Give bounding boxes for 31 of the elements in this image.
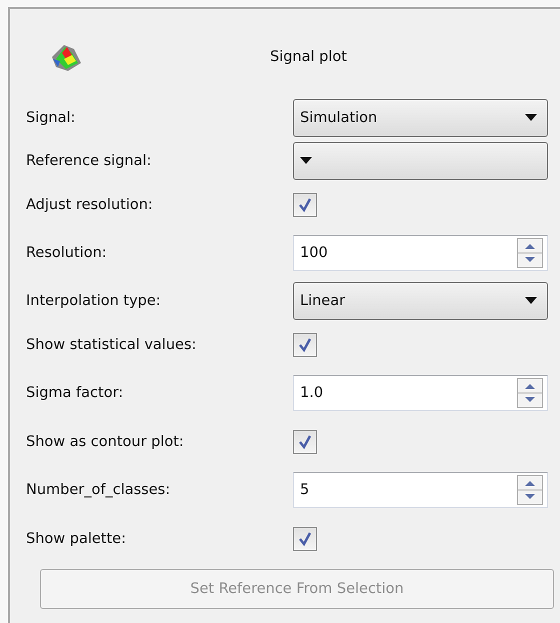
check-icon bbox=[297, 530, 313, 546]
spin-box[interactable]: 100 bbox=[293, 235, 548, 271]
dropdown[interactable]: Simulation bbox=[293, 98, 548, 136]
field-label: Resolution: bbox=[26, 245, 107, 261]
spin-arrows-icon[interactable] bbox=[517, 475, 543, 505]
dropdown-arrow-icon bbox=[300, 157, 312, 164]
dropdown-arrow-icon bbox=[525, 114, 537, 121]
field-label: Number_of_classes: bbox=[26, 482, 170, 498]
spin-box[interactable]: 1.0 bbox=[293, 375, 548, 411]
field-label: Sigma factor: bbox=[26, 385, 124, 401]
checkbox[interactable] bbox=[293, 430, 317, 454]
panel-title: Signal plot bbox=[270, 49, 347, 65]
check-icon bbox=[297, 336, 313, 352]
check-icon bbox=[297, 434, 313, 450]
checkbox[interactable] bbox=[293, 526, 317, 550]
dropdown-arrow-icon bbox=[525, 297, 537, 304]
field-label: Show as contour plot: bbox=[26, 434, 184, 450]
field-label: Signal: bbox=[26, 110, 76, 126]
field-label: Adjust resolution: bbox=[26, 196, 153, 212]
spin-arrows-icon[interactable] bbox=[517, 238, 543, 268]
field-label: Show palette: bbox=[26, 530, 126, 546]
dropdown[interactable] bbox=[293, 142, 548, 180]
field-label: Reference signal: bbox=[26, 152, 152, 168]
checkbox[interactable] bbox=[293, 332, 317, 356]
field-label: Show statistical values: bbox=[26, 336, 196, 352]
spin-arrows-icon[interactable] bbox=[517, 378, 543, 408]
check-icon bbox=[297, 196, 313, 212]
dropdown[interactable]: Linear bbox=[293, 282, 548, 320]
checkbox[interactable] bbox=[293, 192, 317, 216]
field-label: Interpolation type: bbox=[26, 292, 161, 308]
spin-box[interactable]: 5 bbox=[293, 472, 548, 508]
